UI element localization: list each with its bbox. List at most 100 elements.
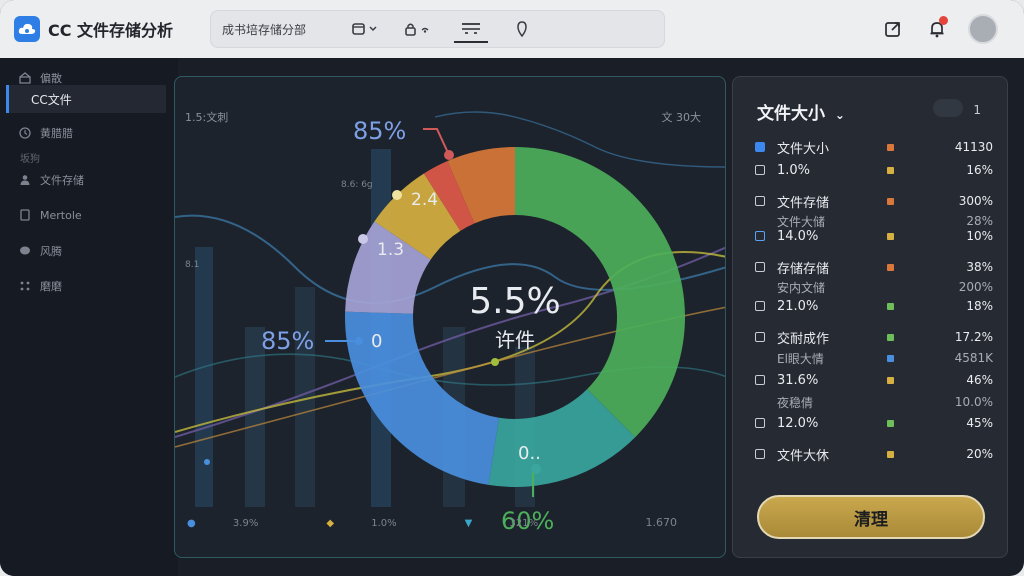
avatar[interactable] (968, 14, 998, 44)
row-checkbox[interactable] (755, 196, 765, 206)
layout-tab-button[interactable] (454, 15, 488, 43)
sidebar-item-label: 文件存储 (40, 174, 84, 187)
bg-point (204, 459, 210, 465)
slice-label-blue: 0 (371, 331, 382, 352)
toolbar: 成书培存储分部 (210, 10, 665, 48)
sidebar-item-label: 风腾 (40, 245, 62, 258)
slice-label-yellow: 2.4 (411, 190, 438, 210)
row-value: 46% (966, 373, 993, 387)
home-icon (18, 71, 32, 85)
sidebar-item-label: 黄腊腊 (40, 127, 73, 140)
row-checkbox[interactable] (755, 301, 765, 311)
user-icon (18, 173, 32, 187)
grid-icon (18, 279, 32, 293)
list-item[interactable]: 21.0% 18% (755, 294, 993, 318)
donut-chart: 8.1 8.6: 6g 5.5% 许件 85% 85% 60% 0.. 0 1.… (175, 111, 725, 535)
panel-title[interactable]: 文件大小 ⌄ (757, 99, 845, 124)
row-name: 文件大小 (777, 141, 830, 157)
donut-slice[interactable] (344, 311, 500, 485)
row-checkbox[interactable] (755, 332, 765, 342)
panel-count: 1 (973, 103, 981, 117)
panel-toggle[interactable] (933, 99, 963, 117)
bg-bar (195, 247, 213, 507)
top-right-actions (866, 12, 998, 46)
callout-marker (444, 150, 454, 160)
panel-right-label: 文 30大 (661, 111, 702, 124)
file-icon (18, 208, 32, 222)
slice-marker-yellow (392, 190, 402, 200)
chart-legend: ● 3.9% ◆ 1.0% ▼ 321% (187, 518, 606, 529)
center-label: 许件 (495, 328, 535, 352)
row-checkbox[interactable] (755, 165, 765, 175)
row-value: 17.2% (954, 330, 993, 344)
sidebar-item-label: CC文件 (31, 92, 72, 107)
sidebar-item-file-storage[interactable]: 文件存储 (8, 166, 168, 194)
row-color-swatch (887, 450, 894, 458)
row-name: 1.0% (777, 162, 811, 178)
sidebar-item-label: Mertole (40, 208, 82, 222)
row-color-swatch (887, 232, 894, 240)
sidebar-item-chat[interactable]: 风腾 (8, 237, 168, 265)
share-icon[interactable] (876, 12, 910, 46)
brand: CC 文件存储分析 (14, 16, 204, 42)
file-size-panel: 文件大小 ⌄ 1 文件大小 41130 1.0% 16% 文件存储 300% 文件大储 28%… (732, 76, 1008, 558)
row-color-swatch (887, 376, 894, 384)
row-color-swatch (887, 333, 894, 341)
center-value: 5.5% (469, 281, 560, 322)
sidebar-item-recent[interactable]: 黄腊腊 (8, 119, 168, 147)
panel-bottom-value: 1.670 (645, 516, 678, 529)
app-window: CC 文件存储分析 成书培存储分部 偏散 CC文件 黄腊腊 坂狗 文件存储 Me… (0, 0, 1024, 576)
row-checkbox[interactable] (755, 142, 765, 152)
row-value: 4581K (954, 351, 993, 365)
row-color-swatch (887, 399, 894, 406)
row-color-swatch (887, 197, 894, 205)
row-checkbox[interactable] (755, 449, 765, 459)
row-name: 文件大休 (777, 448, 830, 464)
row-color-swatch (887, 284, 894, 291)
callout-line (423, 128, 450, 156)
calendar-dropdown-button[interactable] (346, 15, 384, 43)
row-checkbox[interactable] (755, 231, 765, 241)
row-checkbox[interactable] (755, 375, 765, 385)
slice-label-lavender: 1.3 (377, 240, 404, 260)
sidebar-item-cc-files[interactable]: CC文件 (6, 85, 166, 113)
list-item[interactable]: 文件大休 20% (755, 442, 993, 466)
list-item[interactable]: 1.0% 16% (755, 158, 993, 182)
list-item[interactable]: 14.0% 10% (755, 224, 993, 248)
slice-label-teal: 0.. (518, 443, 541, 464)
bell-icon[interactable] (920, 12, 954, 46)
clock-icon (18, 126, 32, 140)
slice-marker-teal (531, 464, 541, 474)
row-color-swatch (887, 302, 894, 310)
row-checkbox[interactable] (755, 418, 765, 428)
row-name: 文件存储 (777, 195, 830, 211)
sidebar-item-grid[interactable]: 磨磨 (8, 272, 168, 300)
sidebar-item-mertole[interactable]: Mertole (8, 201, 168, 229)
list-item[interactable]: 12.0% 45% (755, 411, 993, 435)
row-value: 45% (966, 416, 993, 430)
row-value: 38% (966, 260, 993, 274)
row-checkbox[interactable] (755, 262, 765, 272)
panel-left-label: 1.5:文刺 (185, 111, 229, 124)
lock-button[interactable] (398, 15, 440, 43)
list-item[interactable]: El眼大情 4581K (755, 346, 993, 370)
list-item[interactable]: 31.6% 46% (755, 368, 993, 392)
chevron-down-icon: ⌄ (834, 108, 845, 122)
row-name: 14.0% (777, 228, 819, 244)
clean-button[interactable]: 清理 (757, 495, 985, 539)
sidebar-item-label: 偏散 (40, 72, 62, 85)
row-name: 31.6% (777, 372, 819, 388)
row-color-swatch (887, 143, 894, 151)
row-name: 12.0% (777, 415, 819, 431)
list-item[interactable]: 文件大小 41130 (755, 135, 993, 159)
pin-button[interactable] (510, 15, 534, 43)
callout-marker (355, 337, 363, 345)
row-name: 夜稳倩 (777, 395, 814, 410)
row-value: 10.0% (954, 395, 993, 409)
row-color-swatch (887, 166, 894, 174)
sidebar-caption: 坂狗 (20, 154, 40, 165)
bg-label: 8.6: 6g (341, 180, 373, 190)
slice-marker-lavender (358, 234, 368, 244)
row-value: 20% (966, 447, 993, 461)
top-bar: CC 文件存储分析 成书培存储分部 (0, 0, 1024, 58)
